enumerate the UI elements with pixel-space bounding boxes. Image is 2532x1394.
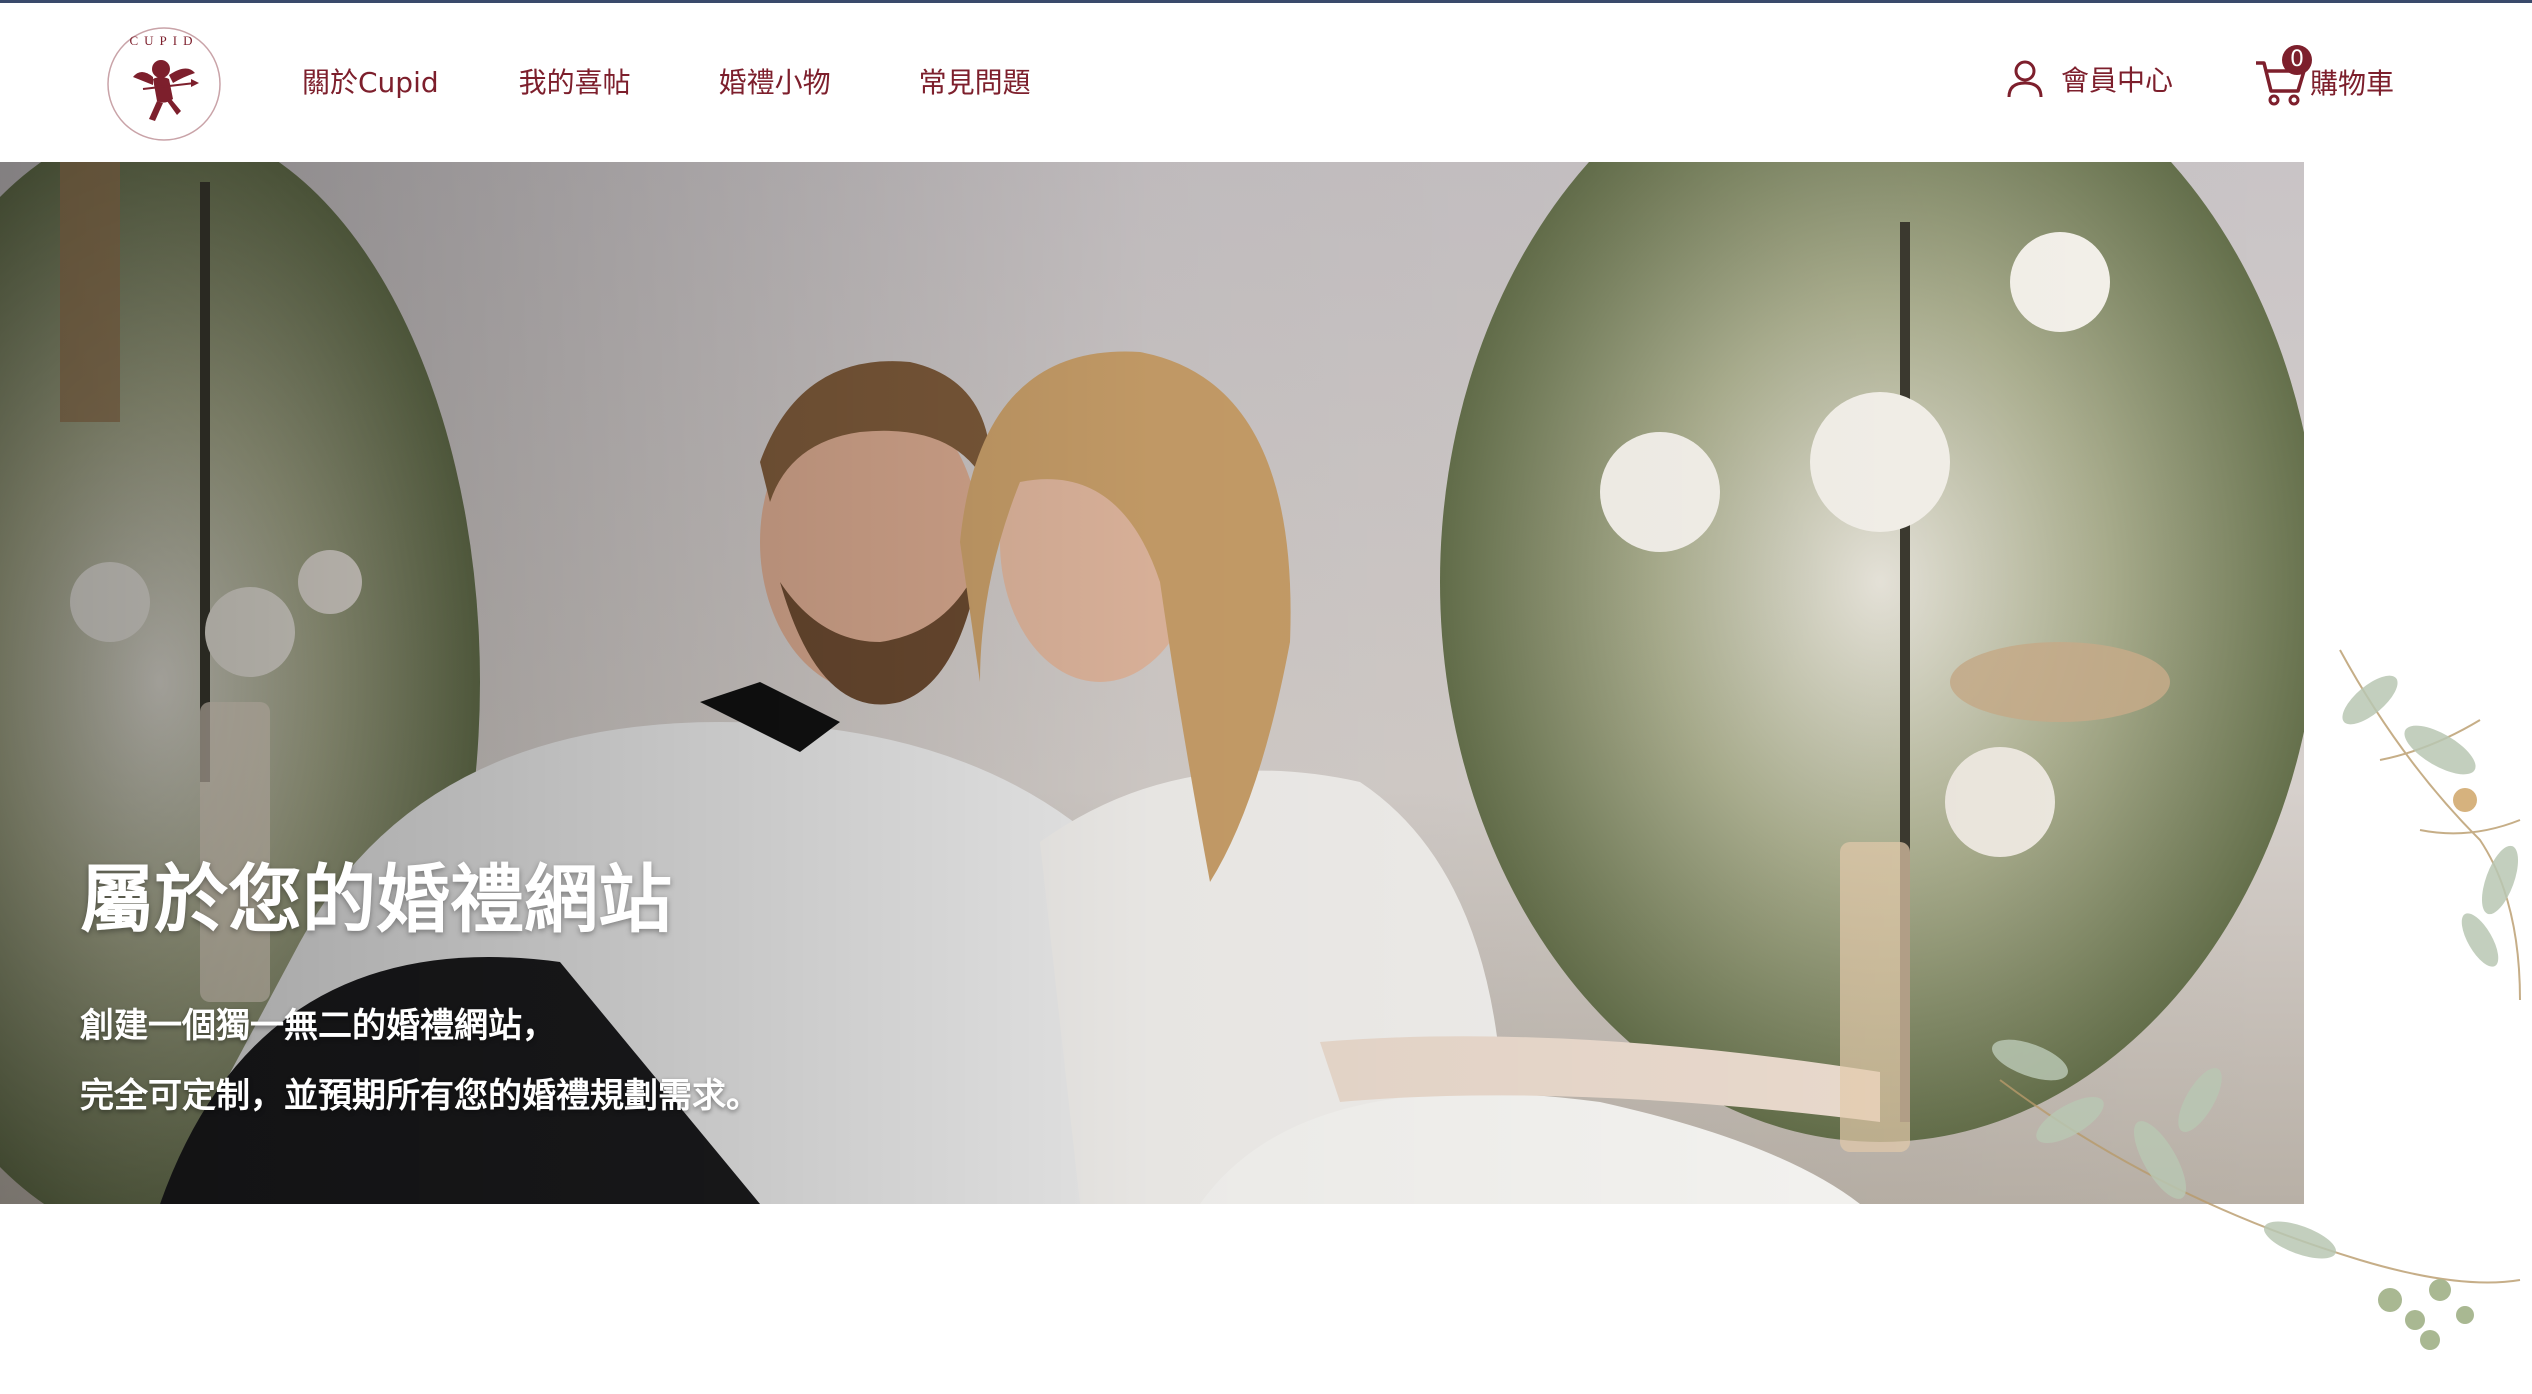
hero-subtitle-line-1: 創建一個獨一無二的婚禮網站， [80,1006,556,1046]
nav-item-wedding-favors[interactable]: 婚禮小物 [719,61,831,101]
cart-link[interactable]: 0 購物車 [2254,45,2395,109]
cart-label: 購物車 [2310,67,2395,100]
hero-banner: 屬於您的婚禮網站 創建一個獨一無二的婚禮網站， 完全可定制，並預期所有您的婚禮規… [0,162,2304,1204]
hero-subtitle-line-2: 完全可定制，並預期所有您的婚禮規劃需求。 [80,1076,760,1116]
logo-text: CUPID [129,33,198,48]
cupid-logo-icon: CUPID [107,27,221,141]
member-center-link[interactable]: 會員中心 [2003,57,2173,101]
wedding-couple-photo [0,162,2304,1204]
nav-item-about[interactable]: 關於Cupid [302,61,439,101]
nav-item-faq[interactable]: 常見問題 [919,61,1031,101]
user-icon [2007,60,2043,98]
main-nav: 關於Cupid 我的喜帖 婚禮小物 常見問題 [302,61,1031,101]
cart-count-badge: 0 [2282,45,2312,75]
cupid-logo[interactable]: CUPID [103,23,225,145]
cart-icon-wrap: 0 [2254,45,2312,109]
site-header: CUPID 關於Cupid 我的喜帖 婚禮小物 常見問題 會員中心 0 購物車 [0,3,2532,161]
member-center-label: 會員中心 [2061,64,2174,97]
hero-title: 屬於您的婚禮網站 [80,857,672,943]
decorative-leaves-illustration [1992,649,2521,1350]
nav-item-invitations[interactable]: 我的喜帖 [519,61,631,101]
